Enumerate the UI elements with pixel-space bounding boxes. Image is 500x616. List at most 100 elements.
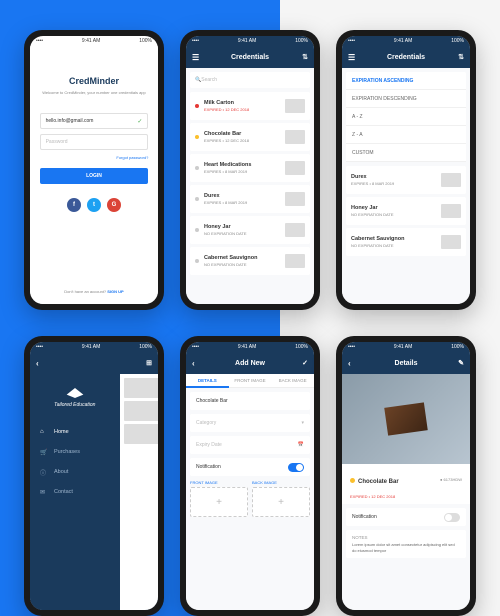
notification-toggle-row: Notification	[190, 458, 310, 476]
hero-image[interactable]	[342, 374, 470, 464]
thumbnail	[124, 378, 158, 398]
expiry-status: EXPIRED • 12 DEC 2018	[342, 494, 470, 504]
list-item[interactable]: Milk CartonEXPIRED • 12 DEC 2018	[190, 92, 310, 120]
wing-icon	[65, 386, 85, 400]
page-title: Add New	[235, 360, 265, 367]
back-icon[interactable]: ‹	[348, 359, 351, 368]
sort-option[interactable]: EXPIRATION DESCENDING	[346, 90, 466, 108]
nav-contact[interactable]: ✉Contact	[30, 482, 120, 502]
thumbnail	[124, 424, 158, 444]
nav-purchases[interactable]: 🛒Purchases	[30, 442, 120, 462]
thumbnail	[124, 401, 158, 421]
sort-option[interactable]: CUSTOM	[346, 144, 466, 162]
sort-option[interactable]: EXPIRATION ASCENDING	[346, 72, 466, 90]
status-bar: ••••9:41 AM100%	[342, 36, 470, 46]
nav-home[interactable]: ⌂Home	[30, 422, 120, 442]
edit-icon[interactable]: ✎	[458, 359, 464, 367]
header: ‹ Add New ✓	[186, 352, 314, 374]
phone-credentials: ••••9:41 AM100% ☰ Credentials ⇅ 🔍 Search M…	[180, 30, 320, 310]
sort-icon[interactable]: ⇅	[302, 53, 308, 61]
forgot-link[interactable]: Forgot password?	[40, 155, 149, 160]
subtitle: Welcome to CredMinder, your number one c…	[42, 90, 146, 95]
brand-logo: Tailored Education	[30, 386, 120, 408]
google-icon[interactable]: G	[107, 198, 121, 212]
twitter-icon[interactable]: t	[87, 198, 101, 212]
list-item[interactable]: Honey JarNO EXPIRATION DATE	[190, 216, 310, 244]
header: ☰ Credentials ⇅	[186, 46, 314, 68]
sort-option[interactable]: A - Z	[346, 108, 466, 126]
page-title: Credentials	[231, 54, 269, 61]
mail-icon: ✉	[40, 489, 48, 496]
cart-icon: 🛒	[40, 449, 48, 456]
expiry-field[interactable]: Expiry Date📅	[190, 436, 310, 454]
status-dot-icon	[195, 197, 199, 201]
social-login: f t G	[67, 198, 121, 212]
sort-dropdown: EXPIRATION ASCENDING EXPIRATION DESCENDI…	[346, 72, 466, 162]
list-item[interactable]: Cabernet SauvignonNO EXPIRATION DATE	[346, 228, 466, 256]
notification-row: Notification	[346, 508, 466, 526]
back-image-upload[interactable]: +	[252, 487, 310, 517]
name-field[interactable]: Chocolate Bar	[190, 392, 310, 410]
list-item[interactable]: Honey JarNO EXPIRATION DATE	[346, 197, 466, 225]
login-button[interactable]: LOGIN	[40, 168, 149, 184]
save-icon[interactable]: ✓	[302, 359, 308, 367]
sort-option[interactable]: Z - A	[346, 126, 466, 144]
header: ‹⊞	[30, 352, 158, 374]
sort-icon[interactable]: ⇅	[458, 53, 464, 61]
nav-drawer: Tailored Education ⌂Home 🛒Purchases ⓘAbo…	[30, 374, 120, 610]
phone-sort: ••••9:41 AM100% ☰ Credentials ⇅ EXPIRATION…	[336, 30, 476, 310]
back-icon[interactable]: ‹	[36, 359, 39, 368]
content-peek	[120, 374, 158, 610]
list-item[interactable]: Cabernet SauvignonNO EXPIRATION DATE	[190, 247, 310, 275]
thumbnail	[285, 99, 305, 113]
list-item[interactable]: DurexEXPIRES • 8 MAR 2019	[346, 166, 466, 194]
home-icon: ⌂	[40, 429, 48, 435]
status-dot-icon	[195, 104, 199, 108]
tab-bar: DETAILS FRONT IMAGE BACK IMAGE	[186, 374, 314, 388]
phone-addnew: ••••9:41 AM100% ‹ Add New ✓ DETAILS FRONT …	[180, 336, 320, 616]
chevron-down-icon: ▾	[301, 420, 304, 426]
facebook-icon[interactable]: f	[67, 198, 81, 212]
back-icon[interactable]: ‹	[192, 359, 195, 368]
thumbnail	[285, 254, 305, 268]
notification-toggle[interactable]	[288, 463, 304, 472]
list-item[interactable]: DurexEXPIRES • 8 MAR 2019	[190, 185, 310, 213]
tab-front[interactable]: FRONT IMAGE	[229, 374, 272, 388]
page-title: Details	[395, 360, 418, 367]
list-item[interactable]: Heart MedicationsEXPIRES • 8 MAR 2019	[190, 154, 310, 182]
notification-toggle[interactable]	[444, 513, 460, 522]
header: ☰ Credentials ⇅	[342, 46, 470, 68]
search-input[interactable]: 🔍 Search	[190, 72, 310, 88]
front-image-label: FRONT IMAGE	[190, 480, 248, 485]
thumbnail	[441, 204, 461, 218]
status-dot-icon	[195, 259, 199, 263]
status-bar: ••••9:41 AM100%	[30, 342, 158, 352]
email-field[interactable]: hello.info@gmail.com✓	[40, 113, 149, 129]
status-bar: ••••9:41 AM100%	[186, 342, 314, 352]
info-icon: ⓘ	[40, 468, 48, 477]
back-image-label: BACK IMAGE	[252, 480, 310, 485]
phone-login: ••••9:41 AM100% CredMinder Welcome to Cr…	[24, 30, 164, 310]
header: ‹ Details ✎	[342, 352, 470, 374]
category-field[interactable]: Category▾	[190, 414, 310, 432]
grid-icon[interactable]: ⊞	[146, 359, 152, 367]
phone-nav: ••••9:41 AM100% ‹⊞ Tailored Education ⌂H…	[24, 336, 164, 616]
front-image-upload[interactable]: +	[190, 487, 248, 517]
tab-details[interactable]: DETAILS	[186, 374, 229, 388]
item-code: ● 6173HDW	[440, 477, 462, 482]
menu-icon[interactable]: ☰	[348, 53, 355, 62]
status-bar: ••••9:41 AM100%	[186, 36, 314, 46]
list-item[interactable]: Chocolate BarEXPIRES • 12 DEC 2018	[190, 123, 310, 151]
thumbnail	[285, 130, 305, 144]
nav-about[interactable]: ⓘAbout	[30, 462, 120, 482]
tab-back[interactable]: BACK IMAGE	[271, 374, 314, 388]
signup-prompt[interactable]: Don't have an account? SIGN UP	[64, 289, 123, 294]
status-bar: ••••9:41 AM100%	[342, 342, 470, 352]
status-dot-icon	[195, 228, 199, 232]
status-dot-icon	[350, 478, 355, 483]
password-field[interactable]: Password	[40, 134, 149, 150]
page-title: Credentials	[387, 54, 425, 61]
status-dot-icon	[195, 166, 199, 170]
menu-icon[interactable]: ☰	[192, 53, 199, 62]
app-logo: CredMinder	[69, 76, 119, 86]
